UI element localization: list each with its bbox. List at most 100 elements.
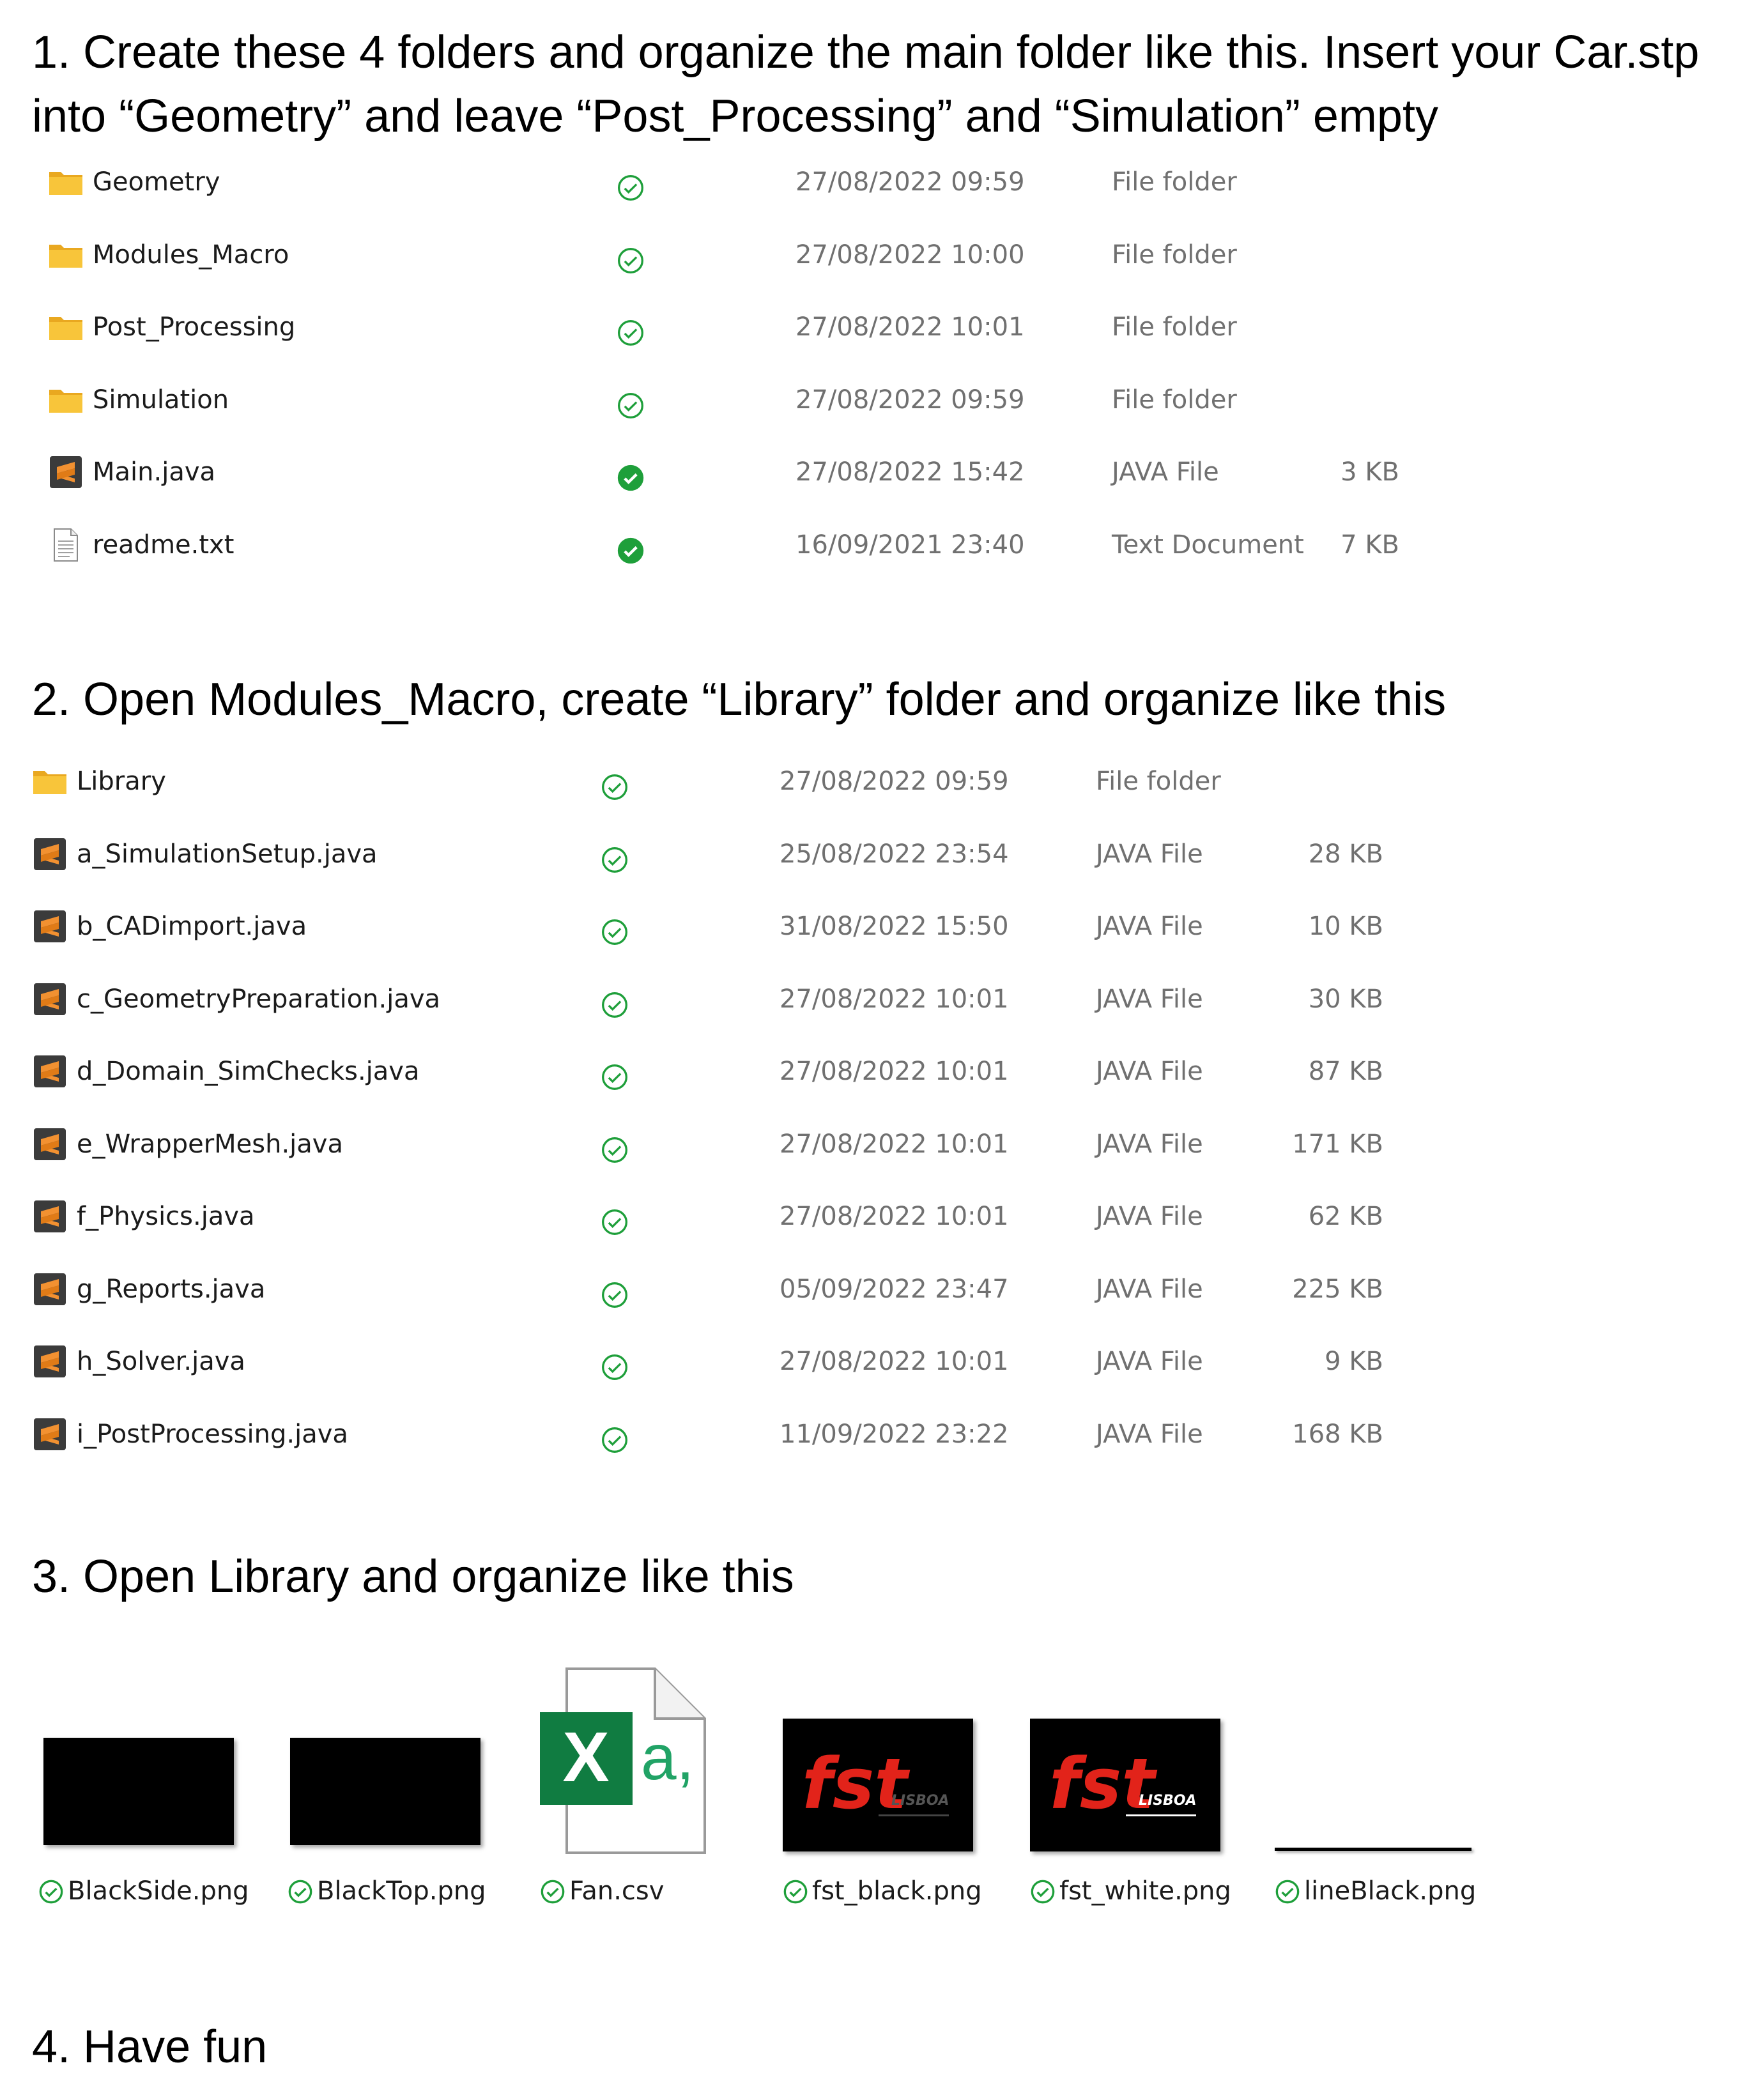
file-name: a_SimulationSetup.java (77, 839, 378, 869)
file-type: JAVA File (1096, 839, 1203, 869)
black-image-thumbnail (38, 1648, 256, 1866)
library-item-blackside[interactable]: BlackSide.png (38, 1648, 256, 1917)
lisboa-logo-text: LISBOA (891, 1793, 949, 1809)
file-row[interactable]: d_Domain_SimChecks.java 27/08/2022 10:01 J… (32, 1046, 1553, 1097)
folder-icon (48, 382, 84, 418)
date-modified: 27/08/2022 10:01 (780, 1129, 1009, 1159)
file-type: JAVA File (1112, 457, 1219, 487)
file-row[interactable]: Simulation 27/08/2022 09:59 File folder (48, 374, 1569, 425)
thin-line-thumbnail (1275, 1648, 1492, 1866)
file-row[interactable]: Main.java 27/08/2022 15:42 JAVA File 3 KB (48, 447, 1569, 498)
sync-status-icon (601, 1420, 629, 1453)
date-modified: 25/08/2022 23:54 (780, 839, 1009, 869)
file-name: g_Reports.java (77, 1274, 266, 1304)
file-row[interactable]: Modules_Macro 27/08/2022 10:00 File folder (48, 229, 1569, 280)
date-modified: 27/08/2022 10:01 (780, 1347, 1009, 1376)
library-item-fan-csv[interactable]: X a, Fan.csv (540, 1648, 757, 1917)
file-size: 30 KB (1308, 984, 1383, 1014)
library-item-fst-black[interactable]: fst LISBOA fst_black.png (783, 1648, 1000, 1917)
file-row[interactable]: Post_Processing 27/08/2022 10:01 File fold… (48, 302, 1569, 353)
library-item-lineblack[interactable]: lineBlack.png (1275, 1648, 1492, 1917)
step-2-instructions: 2. Open Modules_Macro, create “Library” … (32, 674, 1447, 725)
file-row[interactable]: b_CADimport.java 31/08/2022 15:50 JAVA Fil… (32, 901, 1553, 952)
date-modified: 27/08/2022 10:01 (780, 984, 1009, 1014)
file-name: fst_white.png (1059, 1876, 1231, 1906)
file-name: Geometry (93, 167, 220, 197)
library-item-fst-white[interactable]: fst LISBOA fst_white.png (1030, 1648, 1247, 1917)
sublime-file-icon (32, 836, 68, 872)
file-name: d_Domain_SimChecks.java (77, 1057, 420, 1086)
sync-status-icon (601, 1275, 629, 1308)
date-modified: 27/08/2022 09:59 (795, 385, 1025, 415)
file-row[interactable]: readme.txt 16/09/2021 23:40 Text Document 7… (48, 519, 1569, 571)
file-name: Main.java (93, 457, 216, 487)
fst-lisboa-logo-thumbnail: fst LISBOA (1030, 1648, 1247, 1866)
fst-logo-text: fst (802, 1743, 910, 1825)
file-row[interactable]: e_WrapperMesh.java 27/08/2022 10:01 JAVA F… (32, 1119, 1553, 1170)
sublime-file-icon (32, 1054, 68, 1089)
sync-status-icon (601, 840, 629, 873)
sync-status-icon (617, 313, 645, 346)
file-type: File folder (1112, 240, 1237, 270)
date-modified: 31/08/2022 15:50 (780, 912, 1009, 941)
sublime-file-icon (32, 1344, 68, 1379)
black-image-thumbnail (288, 1648, 505, 1866)
date-modified: 27/08/2022 10:00 (795, 240, 1025, 270)
file-type: JAVA File (1096, 1274, 1203, 1304)
file-size (1272, 302, 1399, 353)
step-3-instructions: 3. Open Library and organize like this (32, 1551, 794, 1602)
file-type: JAVA File (1096, 984, 1203, 1014)
file-type: JAVA File (1096, 1419, 1203, 1449)
file-name: BlackTop.png (317, 1876, 486, 1906)
sync-status-icon (541, 1880, 565, 1904)
sync-status-icon (601, 1202, 629, 1235)
file-name: Library (77, 767, 166, 796)
fst-lisboa-logo-thumbnail: fst LISBOA (783, 1648, 1000, 1866)
date-modified: 11/09/2022 23:22 (780, 1419, 1009, 1449)
file-name: Simulation (93, 385, 229, 415)
sublime-file-icon (32, 981, 68, 1017)
sublime-file-icon (32, 1416, 68, 1452)
sync-status-icon (617, 241, 645, 273)
folder-icon (48, 237, 84, 273)
sublime-file-icon (32, 1126, 68, 1162)
date-modified: 27/08/2022 10:01 (780, 1057, 1009, 1086)
step-1-instructions: 1. Create these 4 folders and organize t… (32, 27, 1700, 142)
file-size (1272, 157, 1399, 208)
library-item-blacktop[interactable]: BlackTop.png (288, 1648, 505, 1917)
file-row[interactable]: g_Reports.java 05/09/2022 23:47 JAVA File 2… (32, 1264, 1553, 1315)
file-row[interactable]: i_PostProcessing.java 11/09/2022 23:22 JAV… (32, 1409, 1553, 1460)
file-size: 3 KB (1341, 457, 1399, 487)
file-type: JAVA File (1096, 1057, 1203, 1086)
file-name: c_GeometryPreparation.java (77, 984, 441, 1014)
file-type: JAVA File (1096, 912, 1203, 941)
file-row[interactable]: h_Solver.java 27/08/2022 10:01 JAVA File 9 … (32, 1336, 1553, 1387)
fst-logo-text: fst (1049, 1743, 1157, 1825)
file-type: JAVA File (1096, 1202, 1203, 1231)
file-name: e_WrapperMesh.java (77, 1129, 343, 1159)
file-name: h_Solver.java (77, 1347, 245, 1376)
date-modified: 27/08/2022 10:01 (780, 1202, 1009, 1231)
file-name: Modules_Macro (93, 240, 289, 270)
file-type: File folder (1096, 767, 1221, 796)
file-row[interactable]: c_GeometryPreparation.java 27/08/2022 10:… (32, 974, 1553, 1025)
file-row[interactable]: Geometry 27/08/2022 09:59 File folder (48, 157, 1569, 208)
file-row[interactable]: Library 27/08/2022 09:59 File folder (32, 756, 1553, 807)
sync-status-icon (601, 1057, 629, 1090)
sync-status-icon (601, 985, 629, 1018)
sync-status-icon (601, 1347, 629, 1380)
file-name: Fan.csv (569, 1876, 665, 1906)
sync-status-icon (1275, 1880, 1300, 1904)
file-name: fst_black.png (812, 1876, 982, 1906)
date-modified: 16/09/2021 23:40 (795, 530, 1025, 560)
file-row[interactable]: a_SimulationSetup.java 25/08/2022 23:54 JA… (32, 829, 1553, 880)
file-name: i_PostProcessing.java (77, 1419, 348, 1449)
sync-status-icon (39, 1880, 63, 1904)
file-name: lineBlack.png (1304, 1876, 1477, 1906)
sync-status-icon (617, 168, 645, 201)
file-size: 7 KB (1341, 530, 1399, 560)
file-row[interactable]: f_Physics.java 27/08/2022 10:01 JAVA File 6… (32, 1191, 1553, 1242)
folder-icon (32, 763, 68, 799)
file-name: BlackSide.png (68, 1876, 249, 1906)
file-size: 9 KB (1325, 1347, 1383, 1376)
